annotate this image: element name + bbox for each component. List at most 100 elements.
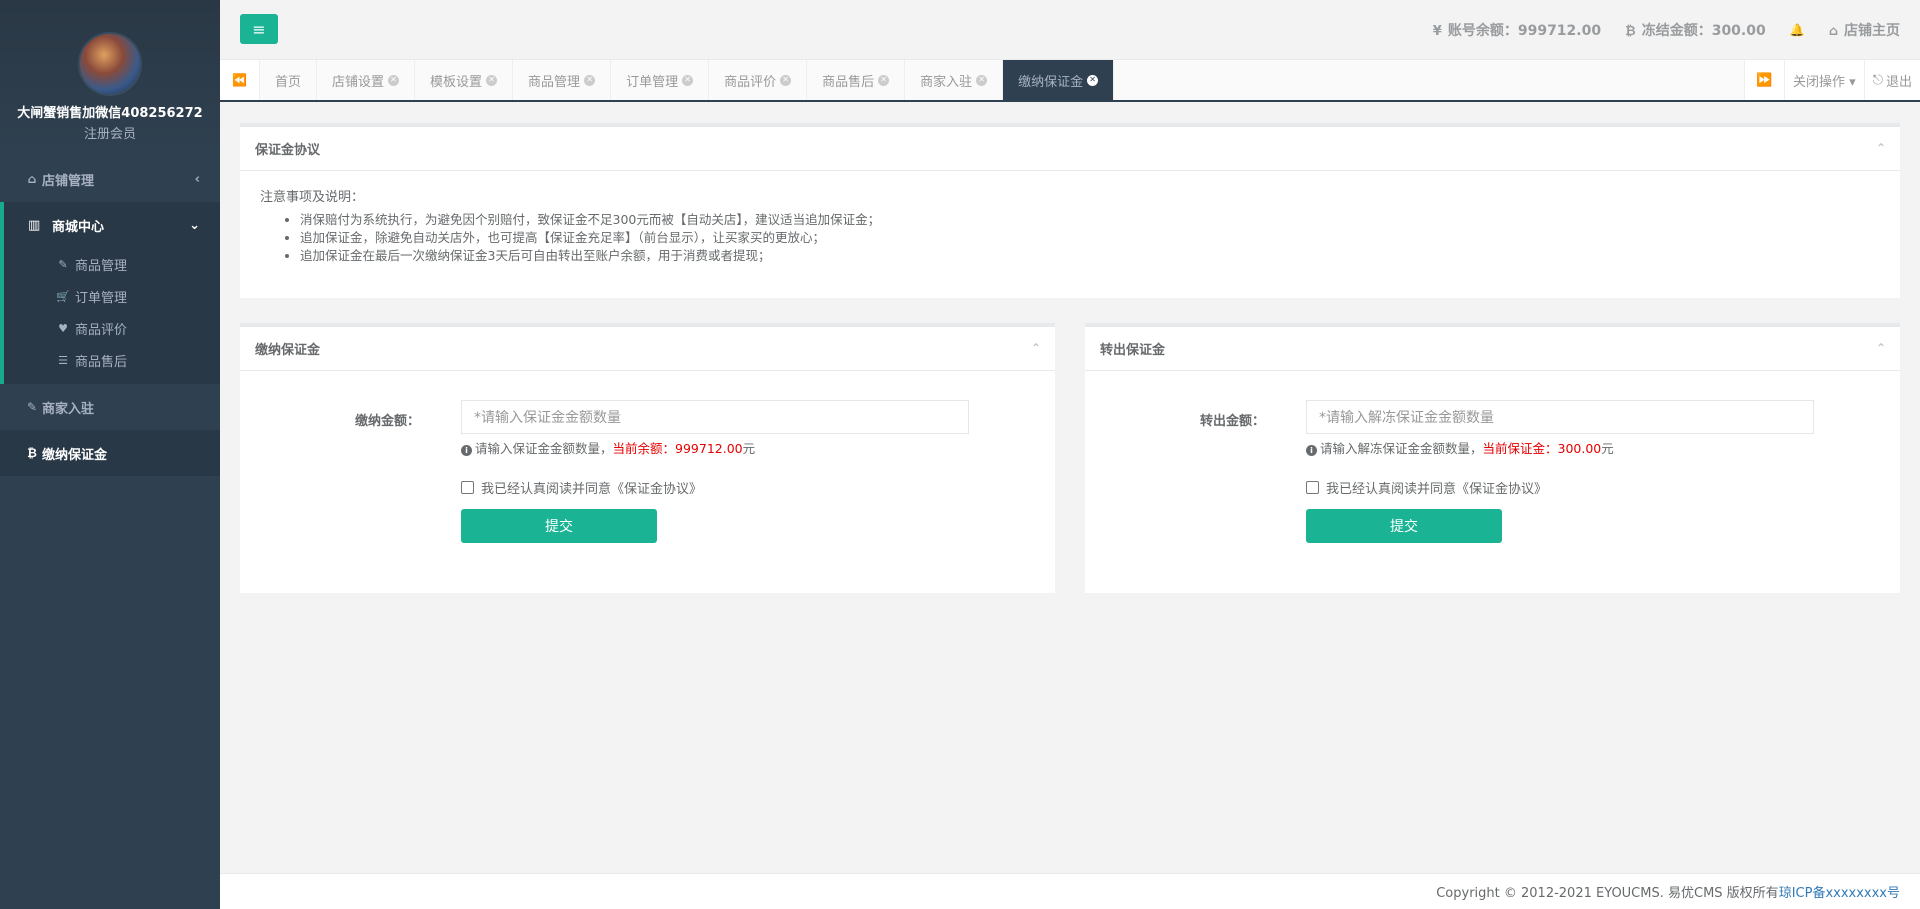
- help-prefix: 请输入解冻保证金金额数量，: [1320, 441, 1483, 456]
- tab-goods-review[interactable]: 商品评价 ✕: [709, 60, 808, 100]
- pay-agree-checkbox[interactable]: 我已经认真阅读并同意《保证金协议》: [461, 478, 702, 497]
- chevron-down-icon: ⌄: [189, 217, 200, 233]
- pay-help-text: i 请输入保证金金额数量，当前余额：999712.00元: [461, 438, 755, 457]
- pay-amount-input[interactable]: *请输入保证金金额数量: [461, 400, 969, 434]
- agree-label: 我已经认真阅读并同意《保证金协议》: [1326, 482, 1548, 497]
- profile-block: 大闸蟹销售加微信408256272 注册会员: [0, 0, 220, 156]
- notes-heading: 注意事项及说明：: [260, 190, 365, 205]
- footer: Copyright © 2012-2021 EYOUCMS. 易优CMS 版权所…: [220, 873, 1920, 909]
- forward-icon: ⏩: [1756, 72, 1773, 88]
- pay-submit-button[interactable]: 提交: [461, 509, 657, 543]
- sidebar-item-deposit[interactable]: ₿ 缴纳保证金: [0, 430, 220, 476]
- sidebar-subitem-label: 商品评价: [75, 322, 128, 338]
- panel-header: 保证金协议 ⌃: [240, 127, 1900, 171]
- close-icon[interactable]: ✕: [976, 74, 988, 86]
- sidebar-subitem-order-management[interactable]: 🛒 订单管理: [4, 280, 220, 312]
- close-icon[interactable]: ✕: [388, 74, 400, 86]
- tab-template-settings[interactable]: 模板设置 ✕: [415, 60, 514, 100]
- profile-name[interactable]: 大闸蟹销售加微信408256272: [0, 102, 220, 121]
- panel-header: 转出保证金 ⌃: [1085, 327, 1900, 371]
- menu-toggle-button[interactable]: ≡: [240, 14, 278, 44]
- close-icon[interactable]: ✕: [584, 74, 596, 86]
- withdraw-help-text: i 请输入解冻保证金金额数量，当前保证金：300.00元: [1306, 438, 1614, 457]
- hamburger-icon: ≡: [252, 19, 266, 39]
- database-icon: ☰: [58, 353, 68, 367]
- edit-icon: ✎: [26, 400, 38, 414]
- tab-bar: ⏪ 首页 店铺设置 ✕ 模板设置 ✕ 商品管理 ✕ 订单管理 ✕ 商品评价 ✕ 商品售后 ✕…: [220, 60, 1920, 102]
- withdraw-amount-label: 转出金额：: [1199, 414, 1265, 429]
- tab-label: 店铺设置: [332, 74, 385, 90]
- tab-label: 商品评价: [724, 74, 777, 90]
- bitcoin-icon: ₿: [27, 446, 37, 460]
- tab-order-management[interactable]: 订单管理 ✕: [611, 60, 710, 100]
- withdraw-agree-checkbox[interactable]: 我已经认真阅读并同意《保证金协议》: [1306, 478, 1547, 497]
- edit-square-icon: ✎: [58, 257, 68, 271]
- panel-title: 缴纳保证金: [255, 343, 321, 358]
- tab-after-sales[interactable]: 商品售后 ✕: [807, 60, 906, 100]
- shop-home-link[interactable]: ⌂ 店铺主页: [1829, 20, 1900, 40]
- close-icon[interactable]: ✕: [682, 74, 694, 86]
- tab-home[interactable]: 首页: [260, 60, 318, 100]
- tab-goods-management[interactable]: 商品管理 ✕: [513, 60, 612, 100]
- topbar: ≡ ¥ 账号余额：999712.00 ₿ 冻结金额：300.00 🔔 ⌂ 店铺主页: [220, 0, 1920, 60]
- sidebar-item-label: 缴纳保证金: [42, 447, 108, 463]
- account-balance[interactable]: ¥ 账号余额：999712.00: [1433, 20, 1601, 40]
- icp-link[interactable]: 琼ICP备xxxxxxxx号: [1779, 882, 1900, 901]
- copyright-text: Copyright © 2012-2021 EYOUCMS. 易优CMS 版权所…: [1436, 886, 1779, 901]
- sidebar-subitem-goods-review[interactable]: ♥ 商品评价: [4, 312, 220, 344]
- pay-deposit-panel: 缴纳保证金 ⌃ 缴纳金额： *请输入保证金金额数量 i 请输入保证金金额数量，当前…: [240, 323, 1055, 593]
- sidebar-subitem-goods-management[interactable]: ✎ 商品管理: [4, 248, 220, 280]
- sidebar-item-shop-management[interactable]: ⌂ 店铺管理 ‹: [0, 156, 220, 202]
- pay-amount-label: 缴纳金额：: [354, 414, 420, 429]
- help-prefix: 请输入保证金金额数量，: [475, 441, 613, 456]
- bell-icon: 🔔: [1789, 23, 1805, 37]
- tab-label: 缴纳保证金: [1018, 74, 1084, 90]
- notification-button[interactable]: 🔔: [1790, 22, 1805, 38]
- tab-label: 商家入驻: [920, 74, 973, 90]
- tab-label: 订单管理: [626, 74, 679, 90]
- sidebar-item-label: 商家入驻: [42, 401, 95, 417]
- chevron-up-icon[interactable]: ⌃: [1031, 341, 1041, 355]
- agree-label: 我已经认真阅读并同意《保证金协议》: [481, 482, 703, 497]
- tab-merchant-settle[interactable]: 商家入驻 ✕: [905, 60, 1004, 100]
- tab-scroll-left-button[interactable]: ⏪: [220, 60, 260, 100]
- sidebar-subitem-label: 商品售后: [75, 354, 128, 370]
- checkbox[interactable]: [1306, 481, 1319, 494]
- panel-title: 保证金协议: [255, 143, 321, 158]
- checkbox[interactable]: [461, 481, 474, 494]
- sidebar: 大闸蟹销售加微信408256272 注册会员 ⌂ 店铺管理 ‹ ▥ 商城中心 ⌄…: [0, 0, 220, 909]
- sidebar-item-mall-center[interactable]: ▥ 商城中心 ⌄: [4, 202, 220, 248]
- close-icon[interactable]: ✕: [780, 74, 792, 86]
- chevron-up-icon[interactable]: ⌃: [1876, 141, 1886, 155]
- sidebar-subitem-label: 订单管理: [75, 290, 128, 306]
- close-icon[interactable]: ✕: [878, 74, 890, 86]
- logout-label: 退出: [1885, 74, 1912, 90]
- sidebar-item-label: 商城中心: [52, 219, 105, 235]
- close-icon[interactable]: ✕: [486, 74, 498, 86]
- frozen-amount[interactable]: ₿ 冻结金额：300.00: [1625, 20, 1766, 40]
- list-item: 消保赔付为系统执行，为避免因个别赔付，致保证金不足300元而被【自动关店】，建议…: [300, 211, 1880, 229]
- chevron-up-icon[interactable]: ⌃: [1876, 341, 1886, 355]
- avatar[interactable]: [78, 32, 142, 96]
- close-icon[interactable]: ✕: [1087, 74, 1099, 86]
- withdraw-submit-button[interactable]: 提交: [1306, 509, 1502, 543]
- sidebar-item-merchant-settle[interactable]: ✎ 商家入驻: [0, 384, 220, 430]
- list-item: 追加保证金在最后一次缴纳保证金3天后可自由转出至账户余额，用于消费或者提现；: [300, 247, 1880, 265]
- withdraw-deposit-panel: 转出保证金 ⌃ 转出金额： *请输入解冻保证金金额数量 i 请输入解冻保证金金额数…: [1085, 323, 1900, 593]
- close-operations-dropdown[interactable]: 关闭操作 ▾: [1784, 60, 1864, 100]
- list-item: 追加保证金，除避免自动关店外，也可提高【保证金充足率】（前台显示），让买家买的更…: [300, 229, 1880, 247]
- tab-scroll-right-button[interactable]: ⏩: [1744, 60, 1784, 100]
- withdraw-amount-input[interactable]: *请输入解冻保证金金额数量: [1306, 400, 1814, 434]
- sidebar-item-label: 店铺管理: [42, 173, 95, 189]
- tab-shop-settings[interactable]: 店铺设置 ✕: [317, 60, 416, 100]
- tab-deposit[interactable]: 缴纳保证金 ✕: [1003, 60, 1115, 100]
- sidebar-subitem-label: 商品管理: [75, 258, 128, 274]
- home-icon: ⌂: [1828, 24, 1838, 39]
- sidebar-subitem-after-sales[interactable]: ☰ 商品售后: [4, 344, 220, 376]
- tab-label: 模板设置: [430, 74, 483, 90]
- help-suffix: 元: [742, 441, 756, 456]
- frozen-amount-label: 冻结金额：300.00: [1641, 23, 1766, 39]
- info-icon: i: [461, 445, 472, 456]
- logout-button[interactable]: ⎋ 退出: [1863, 60, 1920, 100]
- tab-label: 首页: [275, 74, 302, 90]
